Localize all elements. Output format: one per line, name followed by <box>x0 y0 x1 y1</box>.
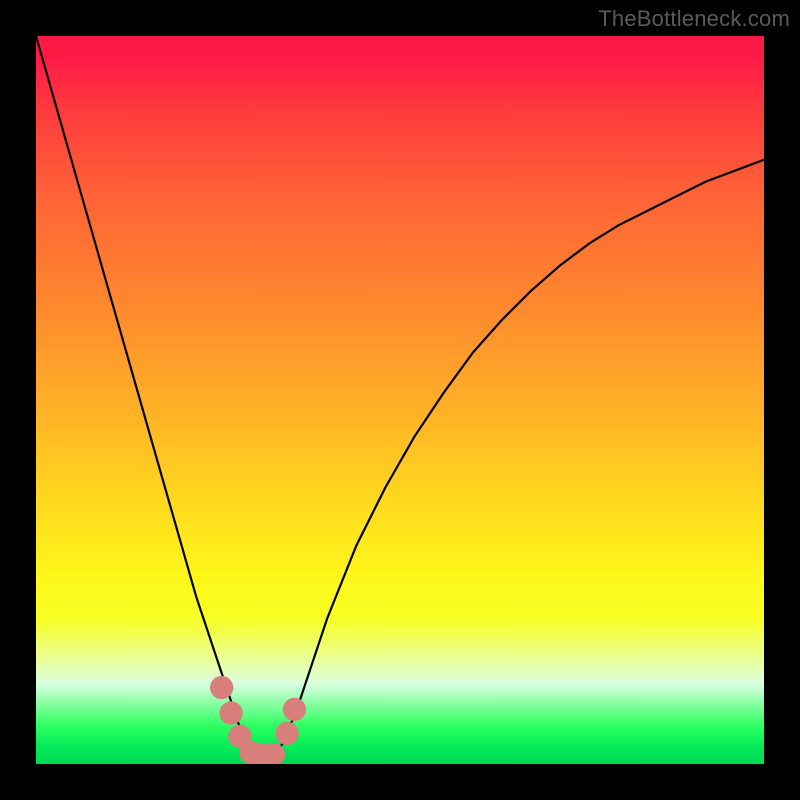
bottleneck-curve <box>36 36 764 757</box>
marker-dot <box>219 701 242 724</box>
curve-svg <box>36 36 764 764</box>
marker-dot <box>283 698 306 721</box>
attribution-text: TheBottleneck.com <box>598 6 790 32</box>
curve-markers <box>210 676 306 764</box>
marker-dot <box>276 722 299 745</box>
plot-area <box>36 36 764 764</box>
figure-frame: TheBottleneck.com <box>0 0 800 800</box>
marker-dot <box>210 676 233 699</box>
